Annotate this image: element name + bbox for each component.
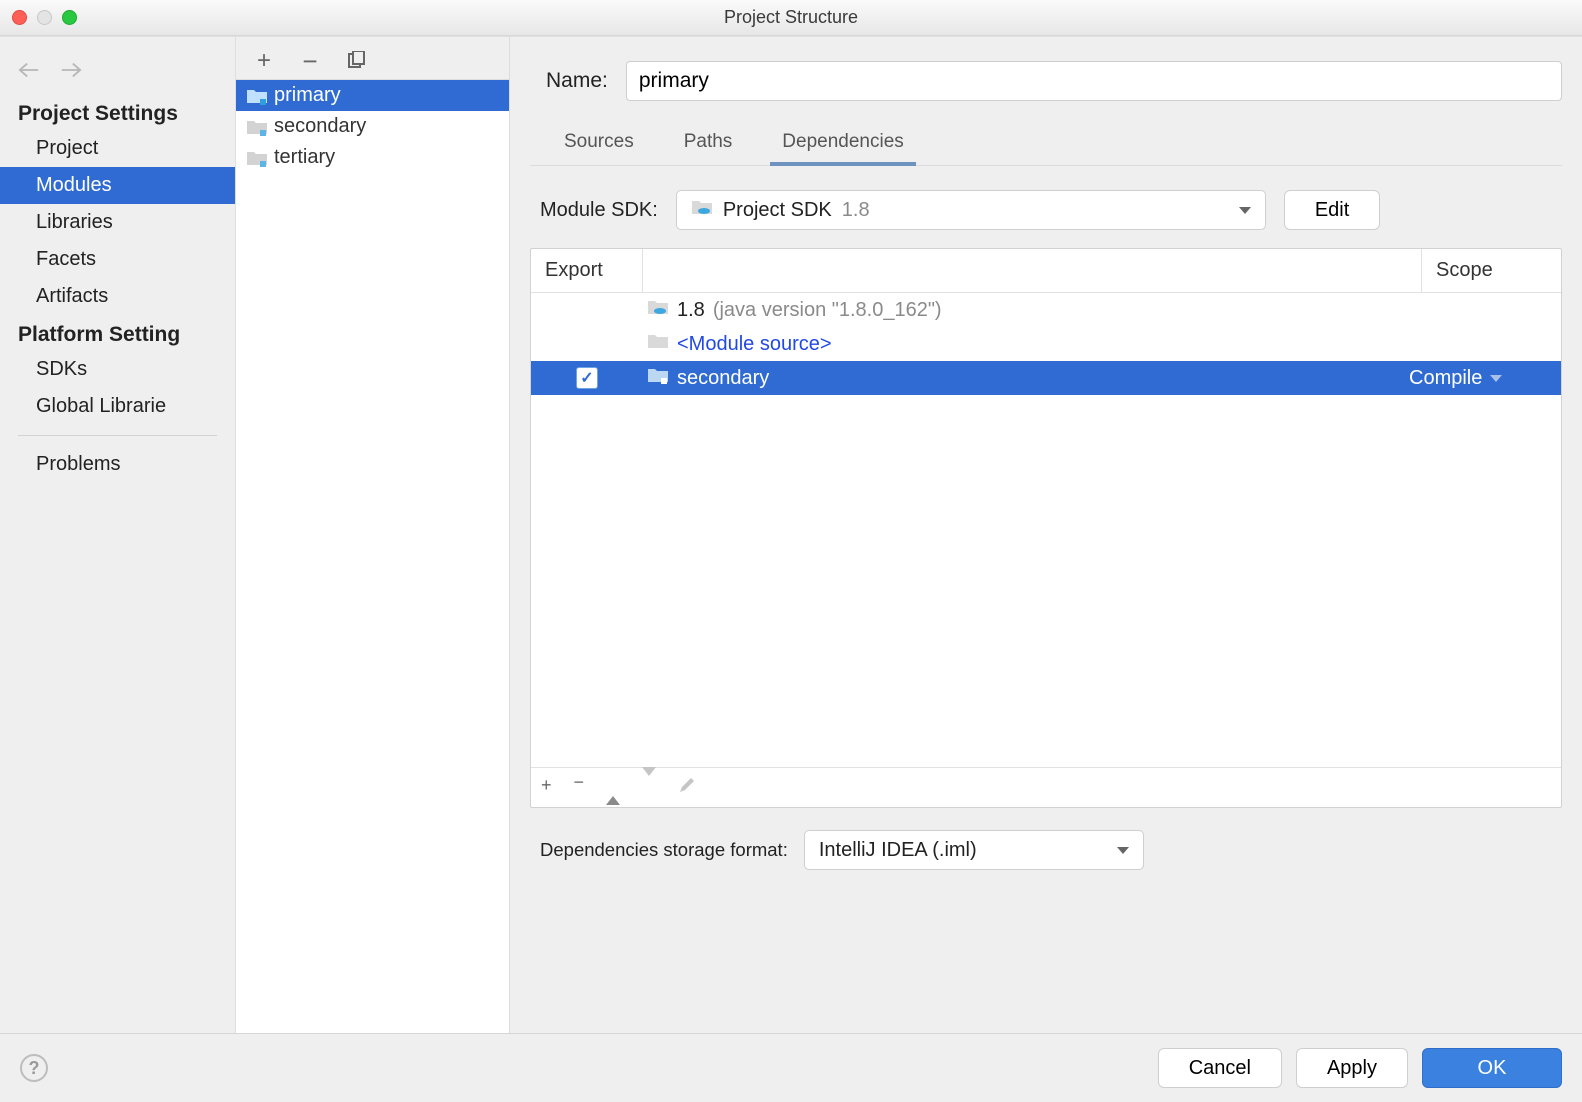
- help-button[interactable]: ?: [20, 1054, 48, 1082]
- sidebar-item-project[interactable]: Project: [0, 130, 235, 167]
- dependencies-toolbar: + −: [531, 767, 1561, 807]
- scope-cell[interactable]: Compile: [1409, 367, 1561, 390]
- module-label: secondary: [274, 115, 366, 138]
- zoom-window-button[interactable]: [62, 10, 77, 25]
- sidebar-item-modules[interactable]: Modules: [0, 167, 235, 204]
- module-label: tertiary: [274, 146, 335, 169]
- tab-sources[interactable]: Sources: [560, 123, 638, 165]
- module-icon: [246, 87, 268, 105]
- sdk-value-main: Project SDK: [723, 199, 832, 222]
- sdk-value-sub: 1.8: [842, 199, 870, 222]
- nav-arrows: [0, 43, 235, 94]
- module-item-primary[interactable]: primary: [236, 80, 509, 111]
- modules-toolbar: + −: [236, 37, 509, 80]
- section-project-settings: Project Settings: [0, 94, 235, 130]
- settings-sidebar: Project Settings Project Modules Librari…: [0, 37, 236, 1033]
- module-icon: [246, 118, 268, 136]
- chevron-down-icon: [1117, 847, 1129, 854]
- dep-label: secondary: [677, 367, 769, 390]
- move-down-icon[interactable]: [642, 776, 656, 799]
- window-title: Project Structure: [0, 7, 1582, 28]
- ok-button[interactable]: OK: [1422, 1048, 1562, 1088]
- remove-dependency-icon[interactable]: −: [574, 776, 585, 799]
- modules-pane: + − primary secondary: [236, 37, 510, 1033]
- export-checkbox[interactable]: ✓: [576, 367, 598, 389]
- module-icon: [647, 366, 669, 390]
- titlebar: Project Structure: [0, 0, 1582, 36]
- sdk-icon: [647, 298, 669, 322]
- module-sdk-label: Module SDK:: [540, 199, 658, 222]
- sidebar-item-global-libraries[interactable]: Global Librarie: [0, 388, 235, 425]
- chevron-down-icon: [1239, 207, 1251, 214]
- close-window-button[interactable]: [12, 10, 27, 25]
- sidebar-item-sdks[interactable]: SDKs: [0, 351, 235, 388]
- sidebar-item-problems[interactable]: Problems: [0, 446, 235, 483]
- module-name-input[interactable]: [626, 61, 1562, 101]
- minimize-window-button[interactable]: [37, 10, 52, 25]
- section-platform-settings: Platform Setting: [0, 315, 235, 351]
- dep-label: 1.8: [677, 299, 705, 322]
- tab-paths[interactable]: Paths: [680, 123, 737, 165]
- storage-format-row: Dependencies storage format: IntelliJ ID…: [530, 808, 1562, 888]
- forward-icon[interactable]: [60, 61, 82, 84]
- module-sdk-row: Module SDK: Project SDK 1.8 Edit: [530, 166, 1562, 248]
- module-label: primary: [274, 84, 341, 107]
- sidebar-item-libraries[interactable]: Libraries: [0, 204, 235, 241]
- back-icon[interactable]: [18, 61, 40, 84]
- module-icon: [246, 149, 268, 167]
- module-item-tertiary[interactable]: tertiary: [236, 142, 509, 173]
- chevron-down-icon: [1490, 375, 1502, 382]
- remove-module-icon[interactable]: −: [300, 51, 320, 71]
- scope-value: Compile: [1409, 367, 1482, 390]
- cancel-button[interactable]: Cancel: [1158, 1048, 1282, 1088]
- dialog-body: Project Settings Project Modules Librari…: [0, 36, 1582, 1033]
- apply-button[interactable]: Apply: [1296, 1048, 1408, 1088]
- copy-module-icon[interactable]: [346, 51, 366, 71]
- add-module-icon[interactable]: +: [254, 51, 274, 71]
- sidebar-item-artifacts[interactable]: Artifacts: [0, 278, 235, 315]
- column-spacer: [643, 249, 1421, 292]
- project-structure-window: Project Structure Project Settings Proje…: [0, 0, 1582, 1102]
- sdk-icon: [691, 198, 713, 222]
- sidebar-item-facets[interactable]: Facets: [0, 241, 235, 278]
- module-item-secondary[interactable]: secondary: [236, 111, 509, 142]
- window-controls: [12, 10, 77, 25]
- column-scope: Scope: [1421, 249, 1561, 292]
- dep-label: <Module source>: [677, 333, 832, 356]
- edit-dependency-icon[interactable]: [678, 776, 696, 799]
- dep-sublabel: (java version "1.8.0_162"): [713, 299, 942, 322]
- module-tabs: Sources Paths Dependencies: [530, 123, 1562, 166]
- sidebar-separator: [18, 435, 217, 436]
- tab-dependencies[interactable]: Dependencies: [778, 123, 907, 165]
- column-export: Export: [531, 249, 643, 292]
- move-up-icon[interactable]: [606, 776, 620, 799]
- dependency-row-sdk[interactable]: 1.8 (java version "1.8.0_162"): [531, 293, 1561, 327]
- dependency-row-secondary[interactable]: ✓ secondary Compile: [531, 361, 1561, 395]
- dependencies-header: Export Scope: [531, 249, 1561, 293]
- edit-sdk-button[interactable]: Edit: [1284, 190, 1380, 230]
- dialog-footer: ? Cancel Apply OK: [0, 1033, 1582, 1102]
- name-row: Name:: [530, 49, 1562, 123]
- storage-format-select[interactable]: IntelliJ IDEA (.iml): [804, 830, 1144, 870]
- folder-icon: [647, 332, 669, 356]
- storage-value: IntelliJ IDEA (.iml): [819, 839, 977, 862]
- add-dependency-icon[interactable]: +: [541, 776, 552, 799]
- module-details: Name: Sources Paths Dependencies Module …: [510, 37, 1582, 1033]
- dependencies-table: Export Scope 1.8 (java version "1.8.0_16…: [530, 248, 1562, 808]
- module-sdk-select[interactable]: Project SDK 1.8: [676, 190, 1266, 230]
- dependency-row-module-source[interactable]: <Module source>: [531, 327, 1561, 361]
- storage-label: Dependencies storage format:: [540, 839, 788, 861]
- name-label: Name:: [546, 69, 608, 93]
